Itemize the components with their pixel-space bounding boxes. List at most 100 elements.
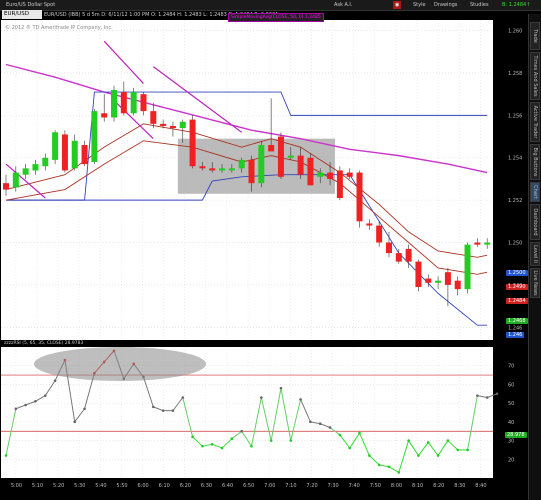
- candle-body: [81, 145, 88, 165]
- candle-body: [179, 121, 186, 129]
- candle-body: [405, 248, 412, 262]
- rsi-point: [417, 454, 420, 457]
- time-tick-label: 5:30: [74, 483, 85, 489]
- candle-body: [268, 145, 275, 152]
- rsi-point: [309, 420, 312, 424]
- sidebar-tab-dashboard[interactable]: Dashboard: [530, 204, 540, 240]
- sidebar-tab-big-buttons[interactable]: Big Buttons: [530, 144, 540, 180]
- rsi-point: [181, 396, 185, 399]
- rsi-tick-label: 40: [508, 420, 514, 426]
- candle-body: [42, 157, 49, 167]
- watermark: © 2012 ® TD Ameritrade IP Company, Inc.: [5, 24, 113, 31]
- candle-body: [415, 261, 422, 288]
- time-tick-label: 8:00: [391, 483, 402, 489]
- price-pill-3: 1.2484: [506, 298, 528, 304]
- time-tick-label: 6:30: [201, 483, 212, 489]
- rsi-point: [201, 444, 204, 448]
- rsi-point: [318, 422, 322, 426]
- sidebar-tab-trade[interactable]: Trade: [530, 22, 540, 50]
- rsi-point: [34, 399, 37, 403]
- candle-body: [366, 223, 373, 226]
- rsi-point: [387, 465, 391, 469]
- rsi-point: [446, 439, 450, 442]
- time-tick-label: 6:00: [137, 483, 148, 489]
- rsi-point: [368, 454, 371, 457]
- candle-body: [277, 136, 284, 177]
- time-tick-label: 7:10: [285, 483, 296, 489]
- price-pill-4: 1.2468: [506, 318, 528, 324]
- price-pill-1: 1.2500: [506, 270, 528, 276]
- candle-body: [444, 272, 451, 285]
- price-tick-label: 1.250: [508, 241, 522, 247]
- rsi-point: [240, 429, 243, 433]
- rsi-value-pill: 28.978: [505, 432, 527, 438]
- rsi-study-label[interactable]: zzzzRSI (5, 65, 35, CLOSE) 28.9783: [4, 341, 83, 347]
- candle-body: [199, 166, 206, 169]
- candle-body: [454, 280, 461, 290]
- candle-body: [464, 244, 471, 290]
- candle-body: [130, 92, 137, 114]
- sidebar-tab-active-trader[interactable]: Active Trader: [530, 102, 540, 142]
- candle-body: [385, 242, 392, 254]
- sidebar-tab-live-news[interactable]: Live News: [530, 268, 540, 298]
- sidebar-tab-chart[interactable]: Chart: [530, 182, 540, 202]
- time-tick-label: 6:40: [222, 483, 233, 489]
- candle-body: [228, 168, 235, 171]
- time-tick-label: 5:00: [11, 483, 22, 489]
- candle-body: [52, 132, 59, 160]
- time-tick-label: 5:10: [32, 483, 43, 489]
- time-tick-label: 7:30: [328, 483, 339, 489]
- sidebar-tab-times-and-sales[interactable]: Times And Sales: [530, 52, 540, 100]
- rsi-tick-label: 70: [508, 364, 514, 370]
- rsi-point: [191, 435, 194, 439]
- rsi-point: [279, 386, 283, 390]
- rsi-tick-label: 30: [508, 439, 514, 445]
- rsi-tick-label: 50: [508, 401, 514, 407]
- candle-body: [317, 172, 324, 177]
- candle-body: [160, 123, 167, 126]
- rsi-point: [358, 431, 361, 435]
- time-tick-label: 8:10: [412, 483, 423, 489]
- chart-canvas[interactable]: © 2012 ® TD Ameritrade IP Company, Inc. …: [0, 0, 529, 500]
- rsi-point: [260, 396, 263, 399]
- rsi-point: [476, 394, 479, 397]
- rsi-point: [43, 394, 47, 397]
- rsi-point: [299, 398, 302, 401]
- time-tick-label: 6:50: [243, 483, 254, 489]
- rsi-tick-label: 60: [508, 382, 514, 388]
- candle-body: [169, 125, 176, 129]
- rsi-point: [377, 463, 381, 467]
- rsi-point: [210, 443, 214, 446]
- candle-body: [258, 145, 265, 184]
- time-tick-label: 7:20: [306, 483, 317, 489]
- candle-body: [346, 172, 353, 177]
- candle-body: [376, 225, 383, 243]
- sidebar-tab-level-ii[interactable]: Level II: [530, 242, 540, 266]
- rsi-point: [289, 439, 293, 442]
- candle-body: [22, 168, 29, 175]
- rsi-point: [466, 448, 469, 452]
- rsi-point: [220, 446, 224, 450]
- rsi-point: [436, 454, 440, 457]
- rsi-point: [328, 426, 332, 429]
- candle-body: [435, 280, 442, 283]
- time-axis: 5:00 5:10 5:20 5:30 5:40 5:50 6:00 6:10 6:20 6:30…: [11, 483, 487, 489]
- candle-body: [238, 159, 245, 169]
- highlight-ellipse: [34, 347, 206, 381]
- rsi-point: [171, 409, 175, 412]
- rsi-point: [338, 433, 342, 437]
- candle-body: [32, 164, 39, 171]
- rsi-point: [250, 444, 253, 448]
- candle-body: [150, 111, 157, 124]
- candle-body: [425, 278, 432, 283]
- price-tick-label: 1.246: [508, 325, 522, 331]
- candle-body: [61, 134, 68, 171]
- price-tick-label: 1.258: [508, 71, 522, 77]
- time-tick-label: 8:30: [454, 483, 465, 489]
- rsi-point: [24, 403, 27, 407]
- rsi-point: [495, 392, 499, 396]
- candle-body: [307, 157, 314, 186]
- candle-body: [140, 94, 147, 112]
- candle-body: [395, 253, 402, 262]
- sma-study-label[interactable]: SimpleMovingAvg(CLOSE, 50, 0) 1.2485: [228, 13, 324, 22]
